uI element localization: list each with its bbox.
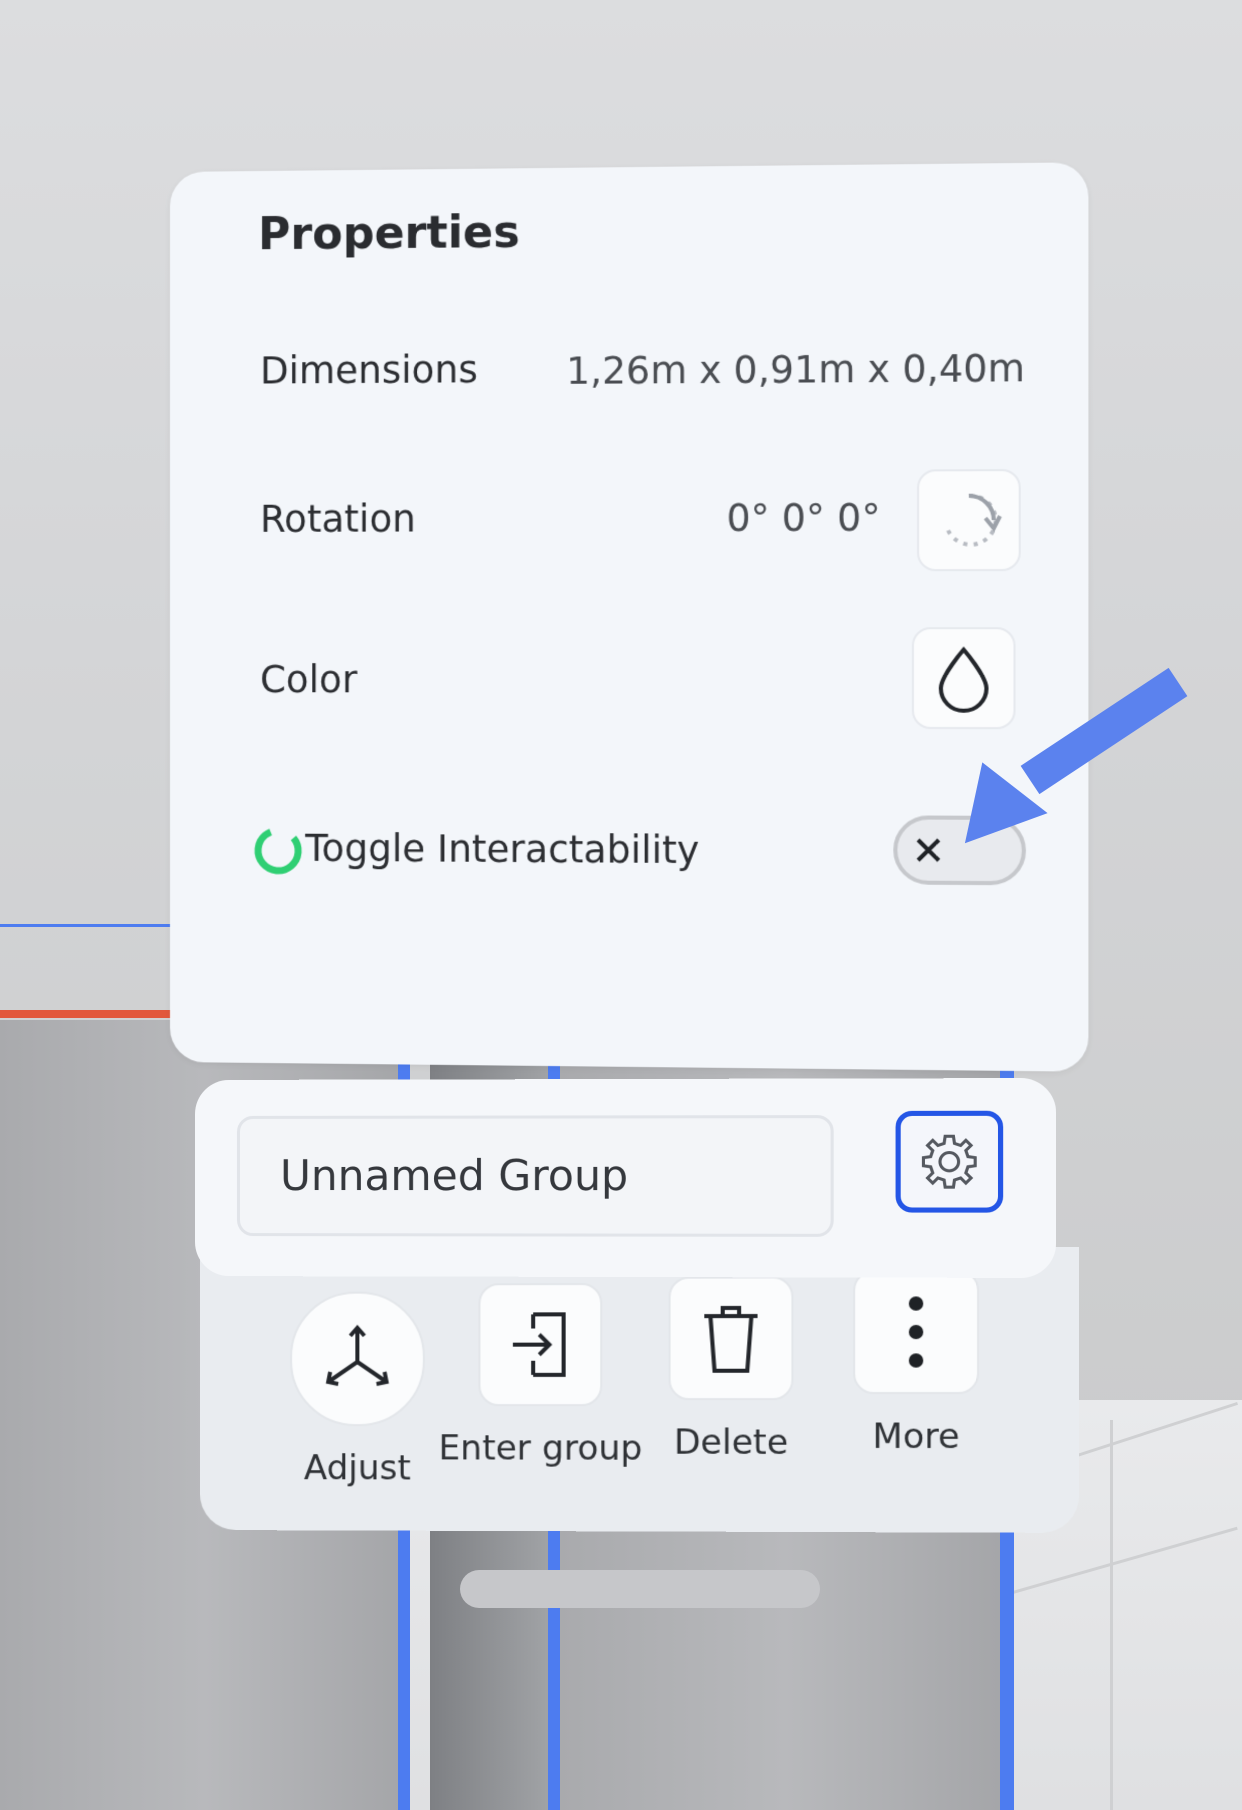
dimensions-value: 1,26m x 0,91m x 0,40m xyxy=(566,346,1026,393)
floor-tile-line xyxy=(1110,1420,1113,1810)
adjust-axes-icon xyxy=(316,1318,399,1400)
rotate-icon xyxy=(936,487,1002,552)
more-button[interactable] xyxy=(853,1269,980,1395)
delete-action[interactable]: Delete xyxy=(644,1276,818,1463)
group-name-field[interactable]: Unnamed Group xyxy=(236,1115,834,1237)
adjust-action[interactable]: Adjust xyxy=(282,1291,433,1488)
rotate-button[interactable] xyxy=(917,469,1021,572)
annotation-arrow xyxy=(964,667,1188,844)
more-vertical-icon xyxy=(908,1296,924,1368)
dimensions-label: Dimensions xyxy=(260,348,478,393)
properties-panel: Properties Dimensions 1,26m x 0,91m x 0,… xyxy=(170,162,1089,1072)
rotation-value: 0° 0° 0° xyxy=(726,495,881,540)
more-action[interactable]: More xyxy=(828,1269,1004,1458)
more-label: More xyxy=(872,1416,960,1458)
gear-icon xyxy=(917,1130,981,1193)
selection-edge xyxy=(0,924,190,927)
trash-icon xyxy=(698,1300,764,1377)
selection-edge xyxy=(0,1010,190,1018)
panel-title: Properties xyxy=(258,206,520,261)
group-settings-button[interactable] xyxy=(895,1110,1004,1213)
loading-ring-icon xyxy=(252,824,304,876)
delete-label: Delete xyxy=(673,1422,789,1464)
delete-button[interactable] xyxy=(668,1276,794,1401)
enter-group-label: Enter group xyxy=(438,1428,643,1469)
enter-group-icon xyxy=(505,1306,576,1383)
cabinet-handle xyxy=(460,1570,820,1608)
group-header: Unnamed Group xyxy=(195,1077,1057,1279)
interactability-label: Toggle Interactability xyxy=(305,826,700,873)
adjust-button[interactable] xyxy=(290,1291,425,1427)
enter-group-button[interactable] xyxy=(478,1282,603,1407)
enter-group-action[interactable]: Enter group xyxy=(429,1282,652,1469)
color-label: Color xyxy=(260,658,358,702)
adjust-label: Adjust xyxy=(303,1448,411,1489)
rotation-label: Rotation xyxy=(260,497,416,541)
group-actions-bar: Adjust Enter group Delete More xyxy=(200,1247,1079,1533)
